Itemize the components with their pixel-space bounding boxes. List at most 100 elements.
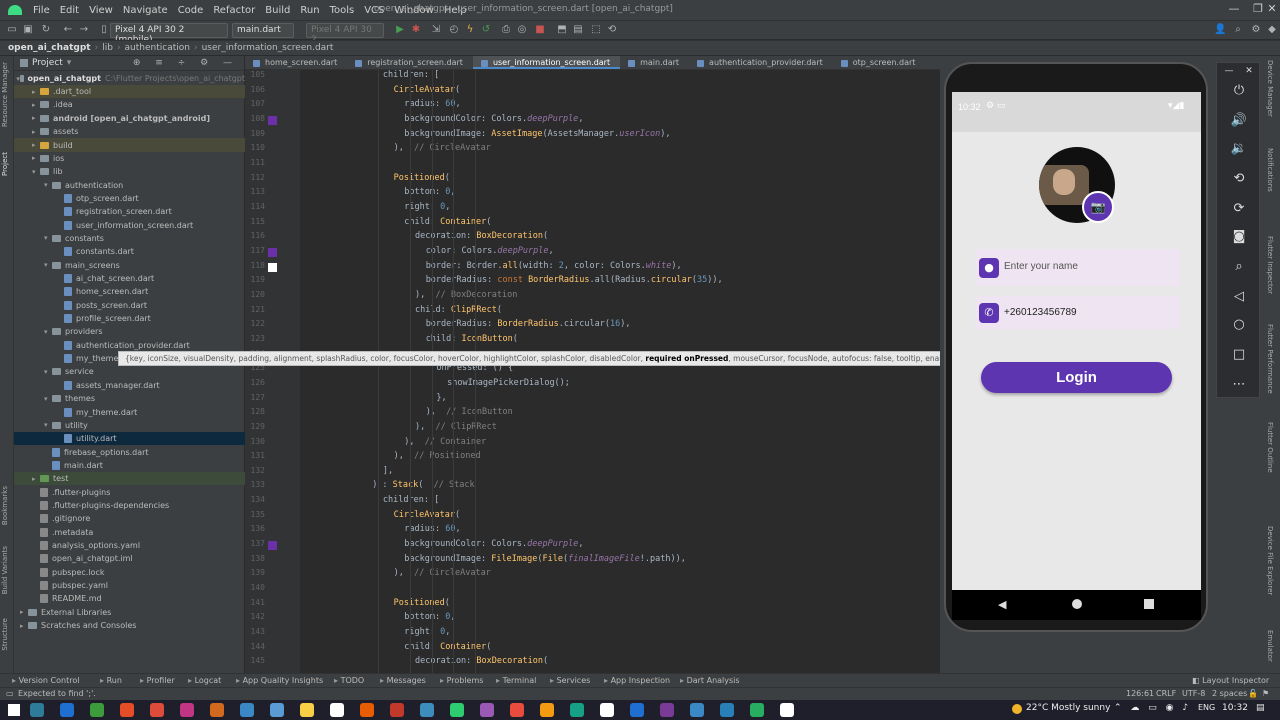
taskbar-app-icon[interactable] bbox=[390, 703, 404, 717]
tree-item[interactable]: .flutter-plugins bbox=[14, 486, 245, 499]
menu-build[interactable]: Build bbox=[260, 5, 295, 16]
chevron-down-icon[interactable]: ▾ bbox=[44, 421, 52, 429]
taskbar-app-icon[interactable] bbox=[570, 703, 584, 717]
tree-item[interactable]: home_screen.dart bbox=[14, 285, 245, 298]
bottom-tool-version-control[interactable]: ▸ Version Control bbox=[12, 676, 79, 685]
right-tool-tab[interactable]: Emulator bbox=[1266, 630, 1274, 662]
tree-item[interactable]: ▸ assets bbox=[14, 125, 245, 138]
tree-item[interactable]: ▸ test bbox=[14, 472, 245, 486]
editor-tab[interactable]: authentication_provider.dart bbox=[689, 56, 833, 69]
resource-manager-tab[interactable]: Resource Manager bbox=[1, 62, 9, 127]
taskbar-app-icon[interactable] bbox=[420, 703, 434, 717]
tree-root[interactable]: ▾ open_ai_chatgpt C:\Flutter Projects\op… bbox=[14, 72, 245, 85]
bottom-tool-app-inspection[interactable]: ▸ App Inspection bbox=[604, 676, 670, 685]
tree-item[interactable]: ▸ External Libraries bbox=[14, 606, 245, 619]
tree-item[interactable]: ▾ lib bbox=[14, 165, 245, 178]
chevron-down-icon[interactable]: ▾ bbox=[32, 168, 40, 176]
nav-home-icon[interactable] bbox=[1072, 599, 1082, 609]
taskbar-app-icon[interactable] bbox=[780, 703, 794, 717]
build-variants-tab[interactable]: Build Variants bbox=[1, 546, 9, 594]
file-encoding[interactable]: UTF-8 bbox=[1182, 689, 1205, 698]
taskbar-app-icon[interactable] bbox=[150, 703, 164, 717]
run-config-selector[interactable]: main.dart bbox=[232, 23, 294, 38]
tree-item[interactable]: ▸ Scratches and Consoles bbox=[14, 619, 245, 632]
tree-item[interactable]: .gitignore bbox=[14, 512, 245, 525]
chevron-right-icon[interactable]: ▸ bbox=[32, 114, 40, 122]
volume-up-icon[interactable]: 🔊 bbox=[1229, 111, 1249, 131]
tree-item[interactable]: profile_screen.dart bbox=[14, 312, 245, 325]
taskbar-app-icon[interactable] bbox=[750, 703, 764, 717]
tree-item[interactable]: firebase_options.dart bbox=[14, 445, 245, 458]
screenshot-icon[interactable]: ◙ bbox=[1229, 227, 1249, 247]
gradle-sync-icon[interactable]: ⟲ bbox=[606, 24, 618, 36]
start-icon[interactable] bbox=[8, 704, 20, 716]
tree-item[interactable]: analysis_options.yaml bbox=[14, 539, 245, 552]
attach-icon[interactable]: ⇲ bbox=[430, 24, 442, 36]
tree-item[interactable]: ▾ utility bbox=[14, 419, 245, 432]
tree-item[interactable]: assets_manager.dart bbox=[14, 379, 245, 392]
breadcrumb-authentication[interactable]: authentication bbox=[125, 43, 190, 53]
taskbar-app-icon[interactable] bbox=[630, 703, 644, 717]
tree-item[interactable]: pubspec.lock bbox=[14, 566, 245, 579]
more-icon[interactable]: ⋯ bbox=[1229, 375, 1249, 395]
taskbar-app-icon[interactable] bbox=[660, 703, 674, 717]
menu-view[interactable]: View bbox=[84, 5, 118, 16]
overview-button-icon[interactable]: □ bbox=[1229, 345, 1249, 365]
minimize-icon[interactable]: — bbox=[1224, 2, 1244, 15]
record-icon[interactable]: ◎ bbox=[516, 24, 528, 36]
bottom-tool-problems[interactable]: ▸ Problems bbox=[440, 676, 483, 685]
taskbar-app-icon[interactable] bbox=[690, 703, 704, 717]
chevron-down-icon[interactable]: ▾ bbox=[44, 261, 52, 269]
tree-item[interactable]: main.dart bbox=[14, 459, 245, 472]
right-tool-tab[interactable]: Flutter Outline bbox=[1266, 422, 1274, 473]
sync-icon[interactable]: ↻ bbox=[40, 24, 52, 36]
chevron-right-icon[interactable]: ▸ bbox=[20, 608, 28, 616]
bottom-tool-logcat[interactable]: ▸ Logcat bbox=[188, 676, 221, 685]
project-view-selector[interactable]: Project bbox=[32, 58, 63, 68]
phone-screen[interactable]: 📷 ● Enter your name ✆ +260123456789 Logi… bbox=[952, 92, 1201, 590]
notification-icon[interactable]: ▤ bbox=[1256, 703, 1265, 713]
power-icon[interactable]: ⏻ bbox=[1229, 81, 1249, 101]
tree-item[interactable]: posts_screen.dart bbox=[14, 299, 245, 312]
tree-item[interactable]: .metadata bbox=[14, 526, 245, 539]
run-icon[interactable]: ▶ bbox=[394, 24, 406, 36]
tree-item[interactable]: ▾ service bbox=[14, 365, 245, 378]
editor-tab[interactable]: otp_screen.dart bbox=[833, 56, 926, 69]
chevron-right-icon[interactable]: ▸ bbox=[32, 101, 40, 109]
taskbar-app-icon[interactable] bbox=[30, 703, 44, 717]
right-tool-tab[interactable]: Flutter Performance bbox=[1266, 324, 1274, 394]
rotate-left-icon[interactable]: ⟲ bbox=[1229, 169, 1249, 189]
home-button-icon[interactable]: ○ bbox=[1229, 315, 1249, 335]
right-tool-tab[interactable]: Device Manager bbox=[1266, 60, 1274, 117]
color-preview-icon[interactable] bbox=[268, 115, 277, 125]
line-separator[interactable]: CRLF bbox=[1156, 689, 1176, 698]
camera-icon[interactable]: 📷 bbox=[1082, 191, 1114, 223]
chevron-down-icon[interactable]: ▾ bbox=[67, 58, 72, 68]
hot-restart-icon[interactable]: ↺ bbox=[480, 24, 492, 36]
right-tool-tab[interactable]: Flutter Inspector bbox=[1266, 236, 1274, 294]
taskbar-app-icon[interactable] bbox=[360, 703, 374, 717]
tree-item[interactable]: pubspec.yaml bbox=[14, 579, 245, 592]
bottom-tool-terminal[interactable]: ▸ Terminal bbox=[496, 676, 536, 685]
taskbar-app-icon[interactable] bbox=[300, 703, 314, 717]
chevron-right-icon[interactable]: ▸ bbox=[32, 88, 40, 96]
editor-tab[interactable]: home_screen.dart bbox=[245, 56, 347, 69]
breadcrumb-lib[interactable]: lib bbox=[102, 43, 113, 53]
structure-tab[interactable]: Structure bbox=[1, 618, 9, 651]
rotate-right-icon[interactable]: ⟳ bbox=[1229, 199, 1249, 219]
tree-item[interactable]: authentication_provider.dart bbox=[14, 339, 245, 352]
layout-inspector-tab[interactable]: ◧ Layout Inspector bbox=[1192, 676, 1269, 685]
tree-item[interactable]: open_ai_chatgpt.iml bbox=[14, 552, 245, 565]
minimize-emulator-icon[interactable]: — bbox=[1219, 61, 1239, 81]
editor-tab[interactable]: user_information_screen.dart bbox=[472, 56, 621, 69]
tree-item[interactable]: ▸ android [open_ai_chatgpt_android] bbox=[14, 112, 245, 125]
menu-navigate[interactable]: Navigate bbox=[118, 5, 173, 16]
chevron-right-icon[interactable]: ▸ bbox=[32, 475, 40, 483]
taskbar-app-icon[interactable] bbox=[480, 703, 494, 717]
editor-tab[interactable]: registration_screen.dart bbox=[347, 56, 473, 69]
tree-item[interactable]: registration_screen.dart bbox=[14, 205, 245, 218]
menu-code[interactable]: Code bbox=[173, 5, 209, 16]
chevron-down-icon[interactable]: ▾ bbox=[44, 181, 52, 189]
tree-item[interactable]: utility.dart bbox=[14, 432, 245, 446]
chevron-right-icon[interactable]: ▸ bbox=[32, 154, 40, 162]
